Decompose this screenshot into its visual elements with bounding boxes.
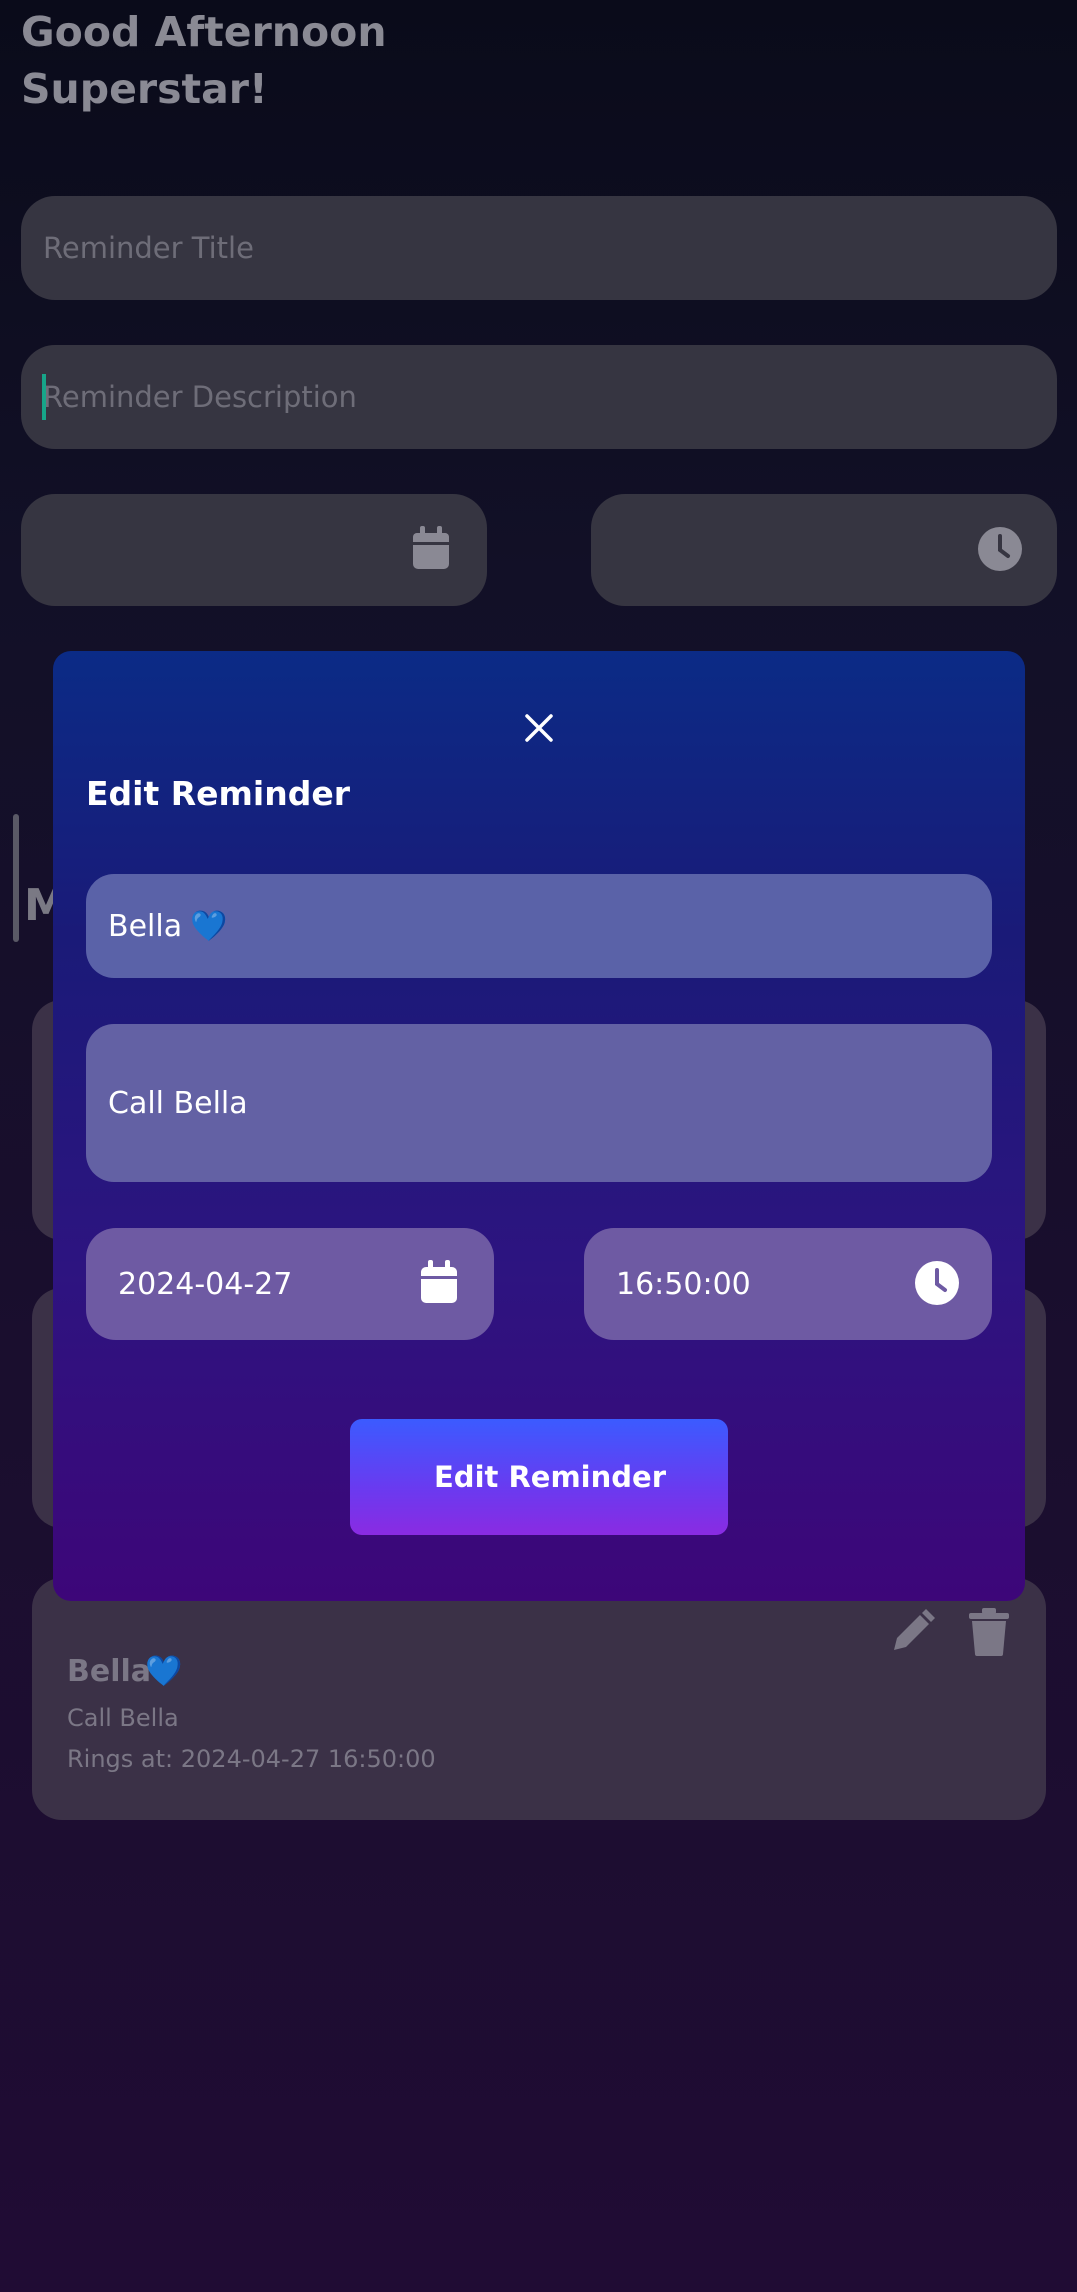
clock-icon[interactable] [977,526,1023,572]
reminder-title-input[interactable]: Reminder Title [21,196,1057,300]
edit-reminder-button[interactable]: Edit Reminder [350,1419,728,1535]
scroll-indicator [13,814,19,942]
edit-title-value: Bella [108,908,183,944]
edit-date-input[interactable]: 2024-04-27 [86,1228,494,1340]
reminder-time-input[interactable] [591,494,1057,606]
edit-time-input[interactable]: 16:50:00 [584,1228,992,1340]
card-description: Call Bella [67,1704,179,1732]
reminder-description-input[interactable]: Reminder Description [21,345,1057,449]
reminder-title-placeholder: Reminder Title [43,231,254,265]
greeting-line-1: Good Afternoon [21,8,387,56]
greeting-line-2: Superstar! [21,65,268,113]
reminder-description-placeholder: Reminder Description [43,380,357,414]
edit-description-input[interactable]: Call Bella [86,1024,992,1182]
calendar-icon[interactable] [419,1259,459,1305]
modal-title: Edit Reminder [86,774,350,813]
heart-emoji: 💙 [190,908,228,944]
card-title: Bella [67,1654,152,1689]
heart-emoji: 💙 [145,1654,183,1689]
edit-reminder-button-label: Edit Reminder [434,1460,666,1494]
clock-icon[interactable] [914,1260,960,1306]
edit-date-value: 2024-04-27 [118,1266,293,1302]
edit-description-value: Call Bella [108,1085,248,1121]
card-ring-time: Rings at: 2024-04-27 16:50:00 [67,1745,436,1773]
reminder-date-input[interactable] [21,494,487,606]
close-icon[interactable] [524,713,554,743]
calendar-icon[interactable] [411,525,451,571]
greeting-heading: Good Afternoon Superstar! [21,4,721,118]
trash-icon[interactable] [968,1608,1010,1656]
edit-time-value: 16:50:00 [616,1266,751,1302]
pencil-icon[interactable] [888,1608,936,1656]
text-cursor [42,374,46,420]
edit-title-input[interactable]: Bella 💙 [86,874,992,978]
